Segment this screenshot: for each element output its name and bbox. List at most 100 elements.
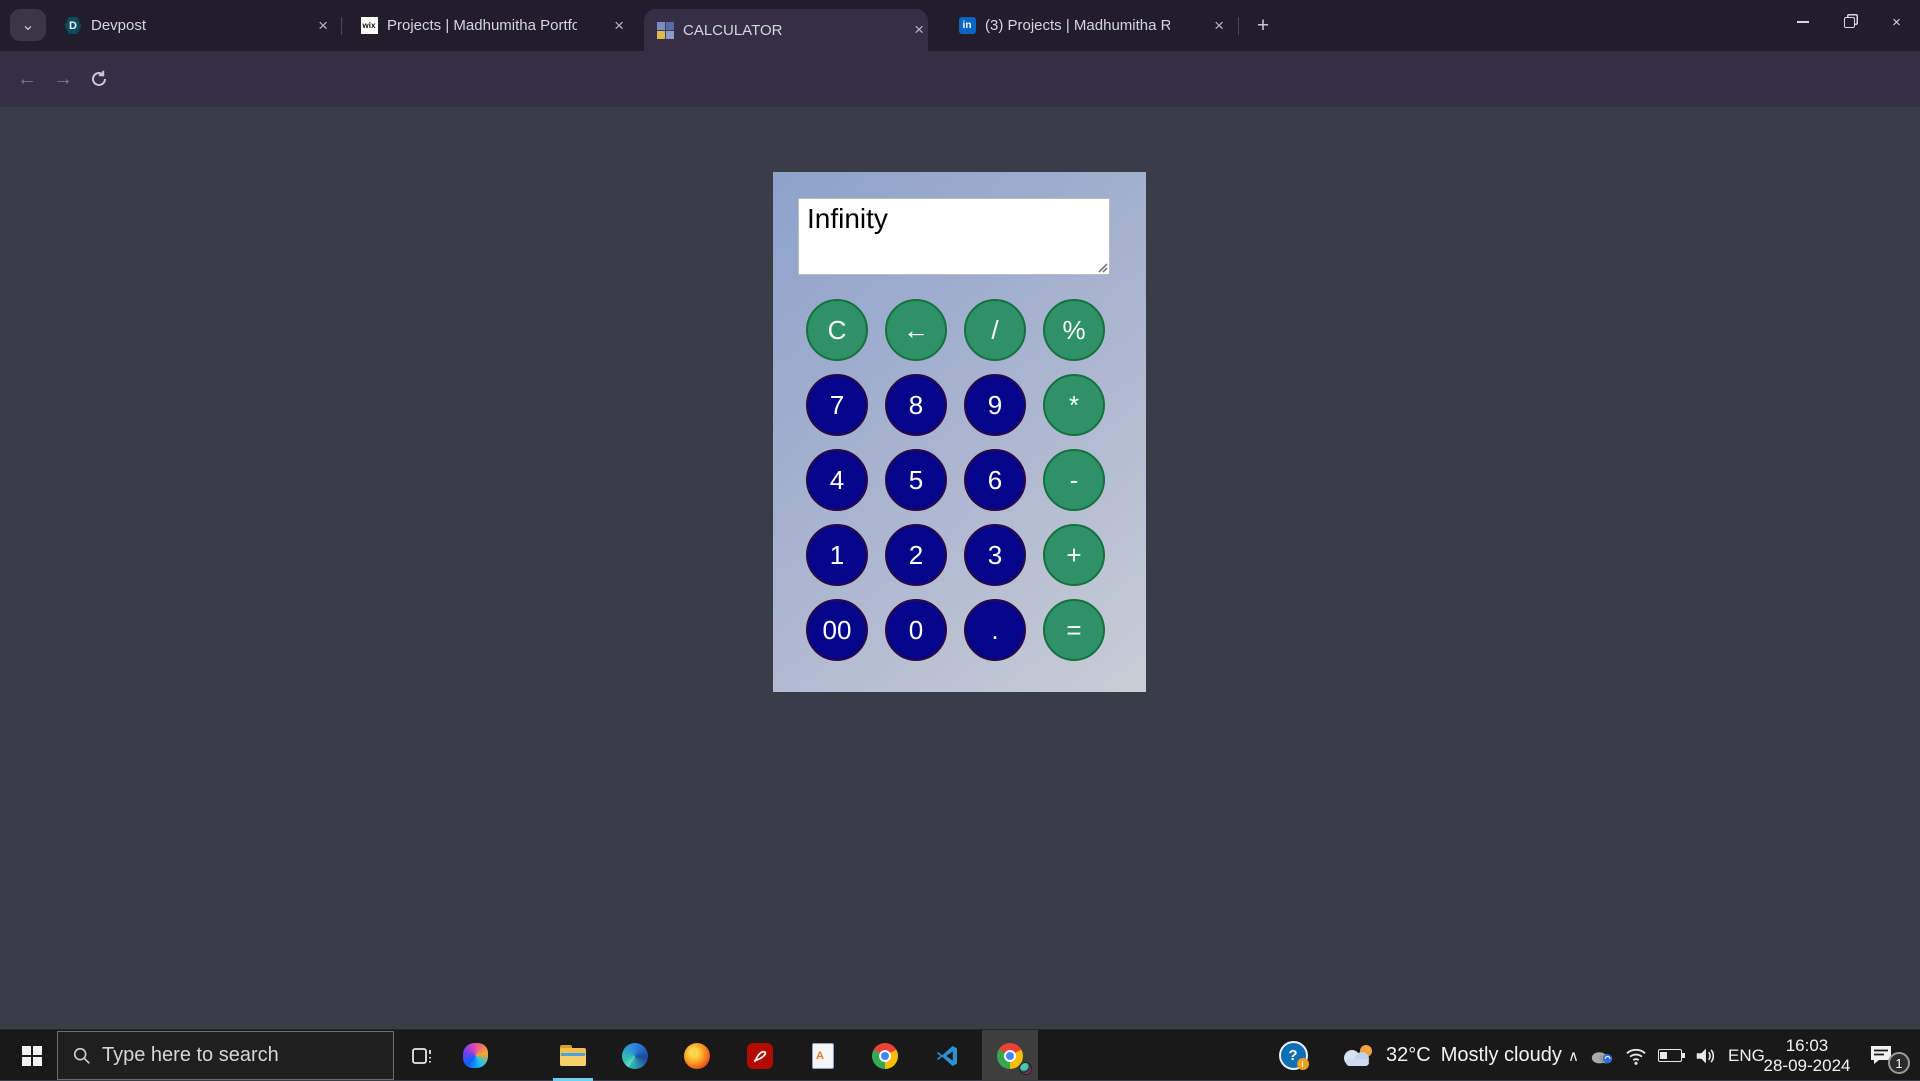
vscode-button[interactable] — [922, 1030, 972, 1081]
battery-icon[interactable] — [1658, 1049, 1682, 1062]
web-page: Infinity C←/%789*456-123+000.= — [0, 107, 1920, 1029]
help-tray-button[interactable]: ? i — [1268, 1030, 1318, 1081]
tab-portfolio[interactable]: wix Projects | Madhumitha Portfolio × — [348, 0, 628, 51]
vscode-icon — [935, 1044, 959, 1068]
copilot-button[interactable] — [450, 1030, 500, 1081]
calc-button-three[interactable]: 3 — [964, 524, 1026, 586]
tab-search-button[interactable]: ⌄ — [10, 9, 46, 41]
back-icon: ← — [17, 68, 37, 91]
back-button[interactable]: ← — [11, 63, 43, 95]
new-tab-button[interactable]: + — [1248, 11, 1278, 41]
calc-button-one[interactable]: 1 — [806, 524, 868, 586]
acrobat-icon — [747, 1043, 773, 1069]
system-tray: ∧ ENG — [1568, 1030, 1765, 1081]
weather-temperature: 32°C — [1386, 1044, 1431, 1067]
weather-condition: Mostly cloudy — [1441, 1044, 1562, 1067]
tab-title: (3) Projects | Madhumitha Ravic — [985, 17, 1170, 34]
tab-linkedin[interactable]: in (3) Projects | Madhumitha Ravic × — [946, 0, 1228, 51]
forward-icon: → — [53, 68, 73, 91]
calc-button-clear[interactable]: C — [806, 299, 868, 361]
search-icon — [72, 1046, 92, 1066]
calc-button-divide[interactable]: / — [964, 299, 1026, 361]
calc-button-five[interactable]: 5 — [885, 449, 947, 511]
copilot-icon — [463, 1043, 488, 1068]
search-placeholder: Type here to search — [102, 1044, 279, 1067]
start-button[interactable] — [10, 1030, 54, 1081]
calc-button-double-zero[interactable]: 00 — [806, 599, 868, 661]
reload-icon — [90, 70, 108, 88]
taskbar: Type here to search — [0, 1029, 1920, 1080]
edge-icon — [622, 1043, 648, 1069]
chrome-active-window-button[interactable] — [982, 1030, 1038, 1081]
tab-close-icon[interactable]: × — [1210, 16, 1228, 36]
calc-button-percent[interactable]: % — [1043, 299, 1105, 361]
taskbar-search[interactable]: Type here to search — [57, 1031, 394, 1080]
tab-close-icon[interactable]: × — [314, 16, 332, 36]
tab-devpost[interactable]: D Devpost × — [52, 0, 332, 51]
chrome-window: ⌄ D Devpost × wix Projects | Madhumitha … — [0, 0, 1920, 1080]
forward-button[interactable]: → — [47, 63, 79, 95]
chrome-button[interactable] — [860, 1030, 910, 1081]
firefox-icon — [684, 1043, 710, 1069]
firefox-button[interactable] — [672, 1030, 722, 1081]
calc-button-seven[interactable]: 7 — [806, 374, 868, 436]
tab-close-icon[interactable]: × — [610, 16, 628, 36]
calc-button-six[interactable]: 6 — [964, 449, 1026, 511]
wix-favicon-icon: wix — [360, 17, 378, 35]
profile-badge-icon — [1019, 1062, 1032, 1075]
onedrive-icon[interactable] — [1590, 1047, 1614, 1065]
restore-button[interactable] — [1826, 0, 1873, 44]
chrome-icon — [872, 1043, 898, 1069]
document-icon: A — [812, 1043, 834, 1069]
close-icon: × — [1892, 14, 1901, 31]
weather-cloud-icon — [1340, 1042, 1376, 1070]
notification-center-button[interactable]: 1 — [1862, 1030, 1920, 1081]
tab-strip: ⌄ D Devpost × wix Projects | Madhumitha … — [0, 0, 1920, 51]
file-explorer-icon — [560, 1045, 586, 1066]
weather-widget[interactable]: 32°C Mostly cloudy — [1340, 1030, 1562, 1081]
window-controls: × — [1779, 0, 1920, 44]
calc-button-multiply[interactable]: * — [1043, 374, 1105, 436]
speaker-icon[interactable] — [1693, 1045, 1717, 1067]
calculator-display[interactable]: Infinity — [798, 198, 1110, 275]
minimize-button[interactable] — [1779, 0, 1826, 44]
calc-button-two[interactable]: 2 — [885, 524, 947, 586]
task-view-button[interactable] — [397, 1030, 447, 1081]
calc-button-zero[interactable]: 0 — [885, 599, 947, 661]
calc-button-eight[interactable]: 8 — [885, 374, 947, 436]
linkedin-favicon-icon: in — [958, 17, 976, 35]
notification-count-badge: 1 — [1888, 1052, 1910, 1074]
chevron-down-icon: ⌄ — [21, 15, 34, 35]
clock-widget[interactable]: 16:03 28-09-2024 — [1752, 1030, 1862, 1081]
tab-close-icon[interactable]: × — [910, 20, 928, 40]
date-text: 28-09-2024 — [1764, 1056, 1851, 1076]
edge-button[interactable] — [610, 1030, 660, 1081]
browser-toolbar: ← → calculatorproject0608.netlify.app ☆ — [0, 51, 1920, 107]
tab-title: Projects | Madhumitha Portfolio — [387, 17, 577, 34]
tray-expand-chevron-icon[interactable]: ∧ — [1568, 1047, 1579, 1065]
minimize-icon — [1797, 21, 1809, 23]
info-dot-icon: i — [1297, 1058, 1309, 1070]
time-text: 16:03 — [1786, 1036, 1829, 1056]
calc-button-minus[interactable]: - — [1043, 449, 1105, 511]
calc-button-equals[interactable]: = — [1043, 599, 1105, 661]
calc-button-plus[interactable]: + — [1043, 524, 1105, 586]
devpost-favicon-icon: D — [64, 17, 82, 35]
calc-button-backspace[interactable]: ← — [885, 299, 947, 361]
wifi-icon[interactable] — [1625, 1046, 1647, 1066]
close-window-button[interactable]: × — [1873, 0, 1920, 44]
resize-handle-icon[interactable] — [1096, 261, 1108, 273]
help-icon: ? i — [1279, 1041, 1308, 1070]
calc-button-nine[interactable]: 9 — [964, 374, 1026, 436]
calc-buttons: C←/%789*456-123+000.= — [806, 299, 1105, 661]
calc-button-decimal[interactable]: . — [964, 599, 1026, 661]
acrobat-button[interactable] — [735, 1030, 785, 1081]
reload-button[interactable] — [83, 63, 115, 95]
file-explorer-button[interactable] — [548, 1030, 598, 1081]
tab-calculator-active[interactable]: CALCULATOR × — [644, 9, 928, 51]
journal-app-button[interactable]: A — [798, 1030, 848, 1081]
calculator-favicon-icon — [656, 21, 674, 39]
calc-button-four[interactable]: 4 — [806, 449, 868, 511]
calculator-panel: Infinity C←/%789*456-123+000.= — [773, 172, 1146, 692]
tab-title: Devpost — [91, 17, 281, 34]
